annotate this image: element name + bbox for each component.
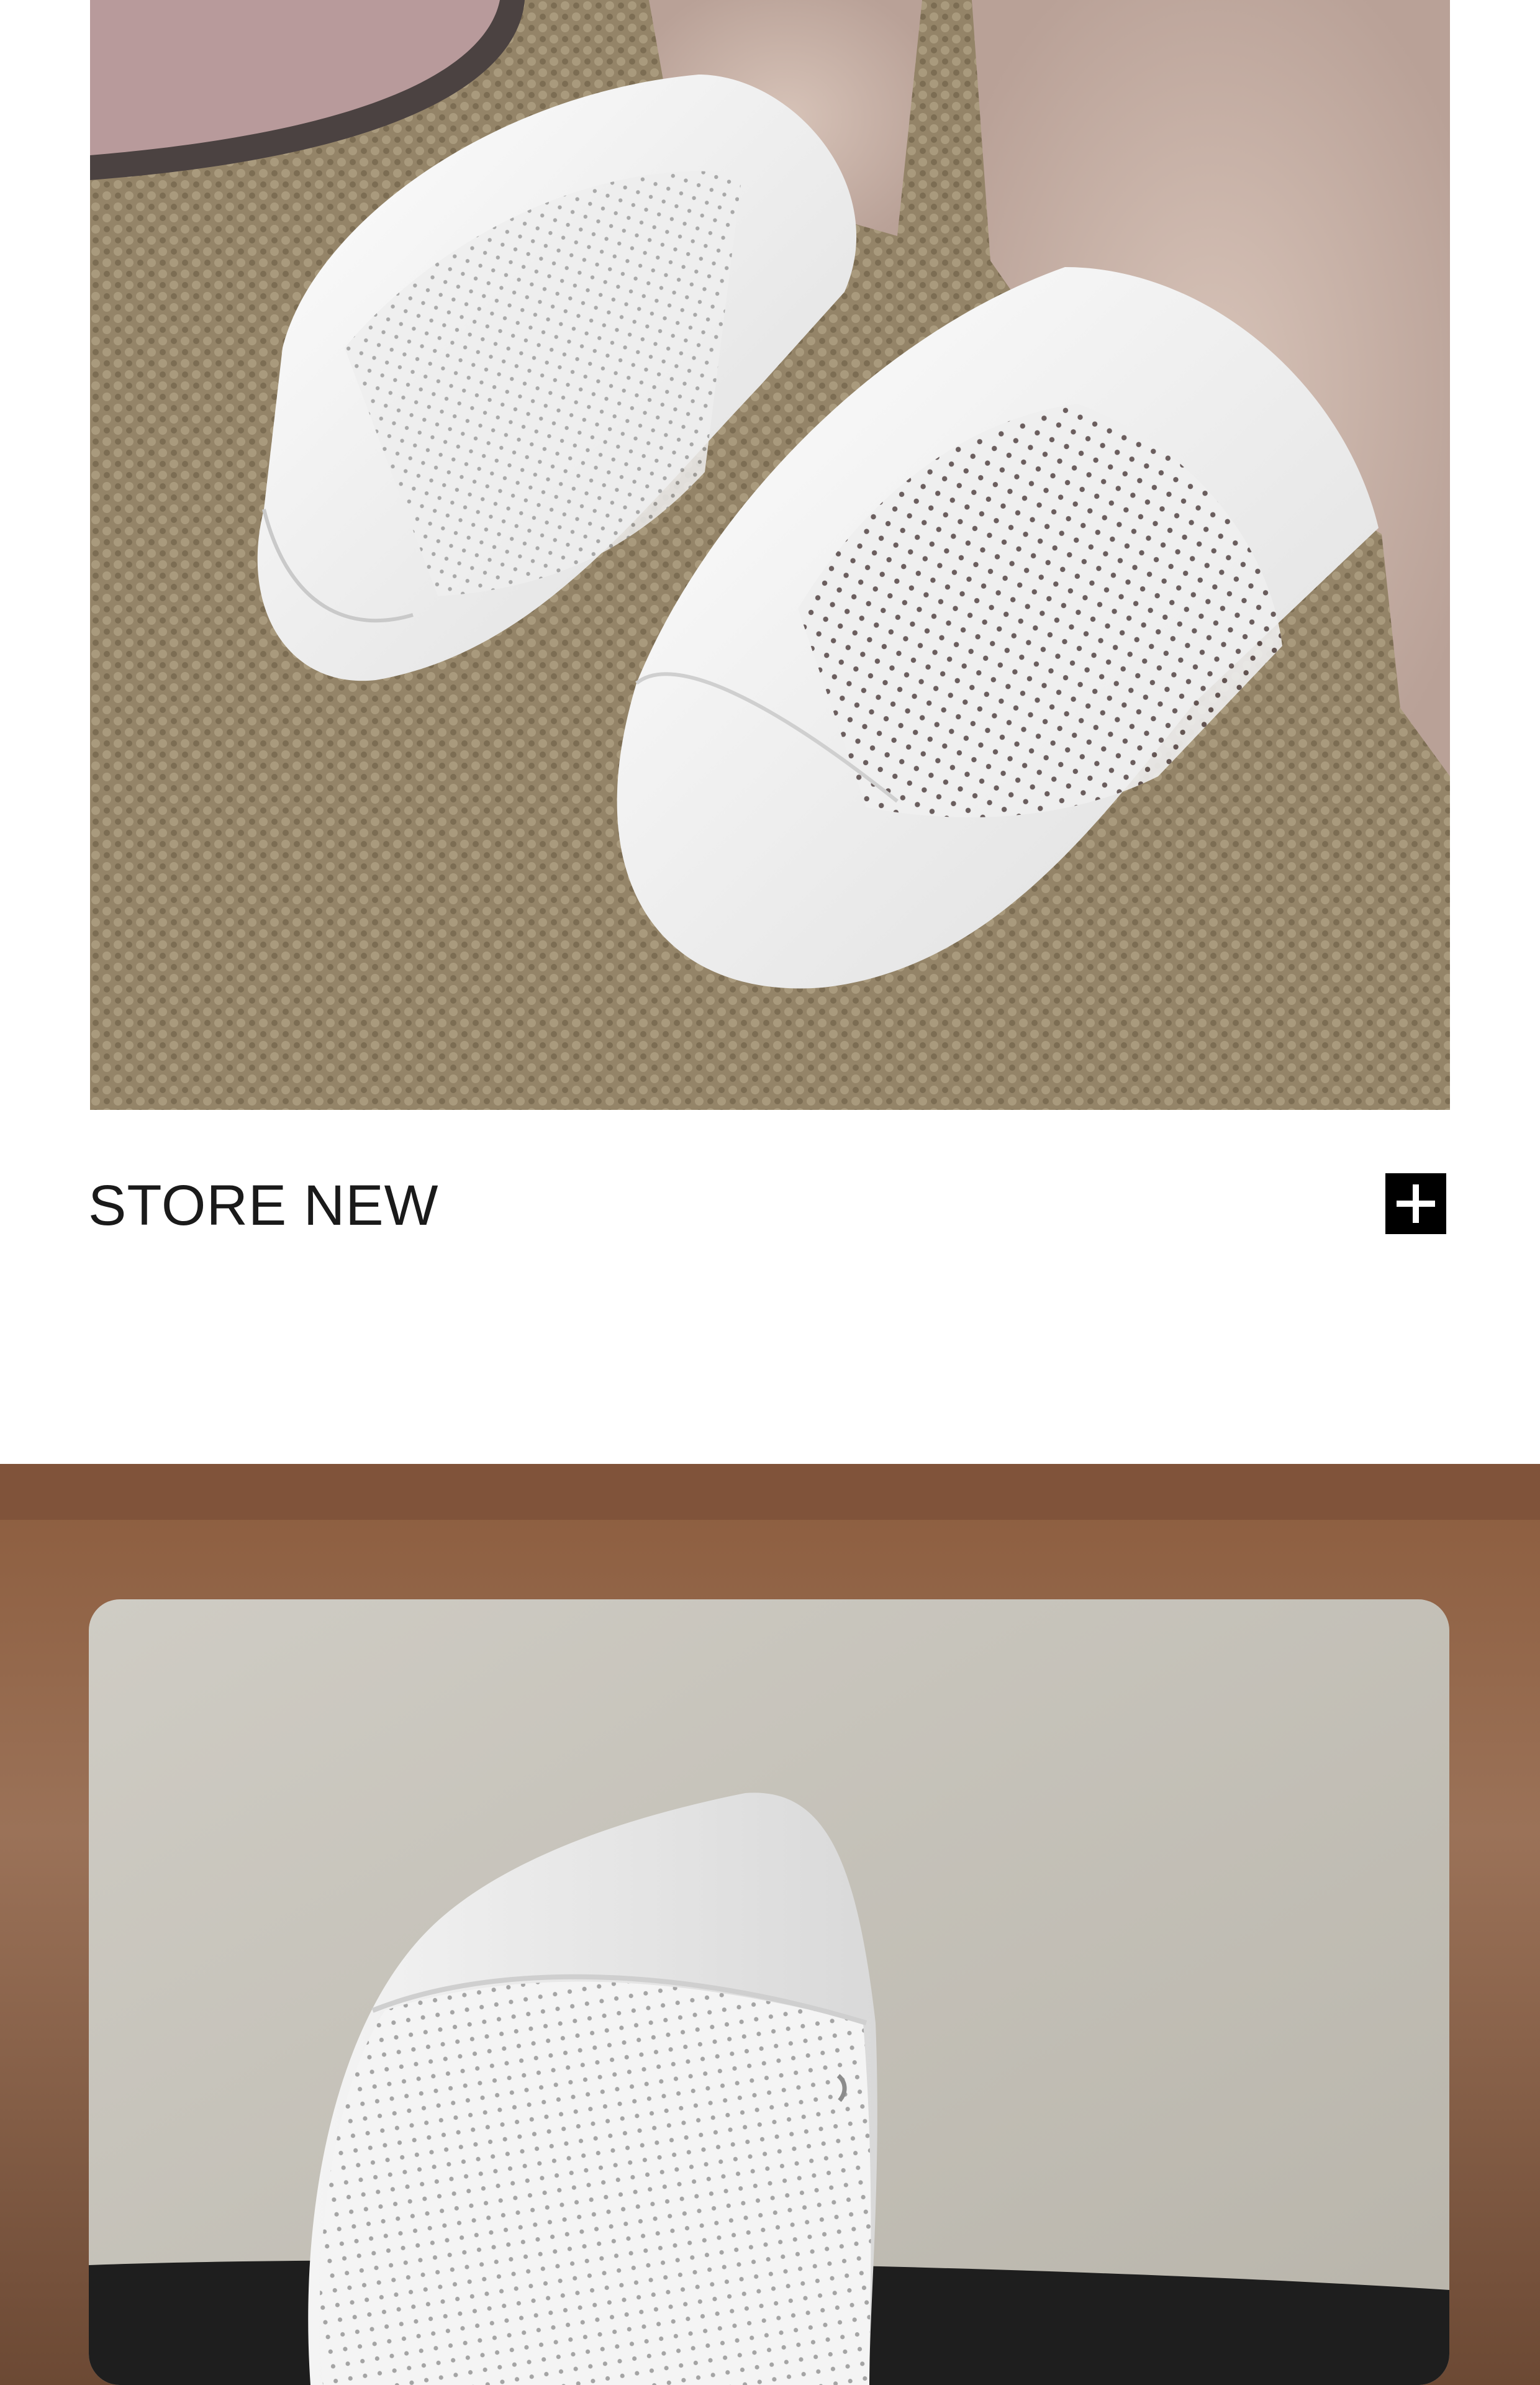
store-new-title: STORE NEW [88,1174,439,1237]
product-photo-bottom [0,1464,1540,2385]
expand-button[interactable] [1385,1173,1446,1234]
caption-section [0,1110,1540,1464]
product-photo-top [90,0,1450,1110]
plus-icon [1397,1184,1435,1223]
